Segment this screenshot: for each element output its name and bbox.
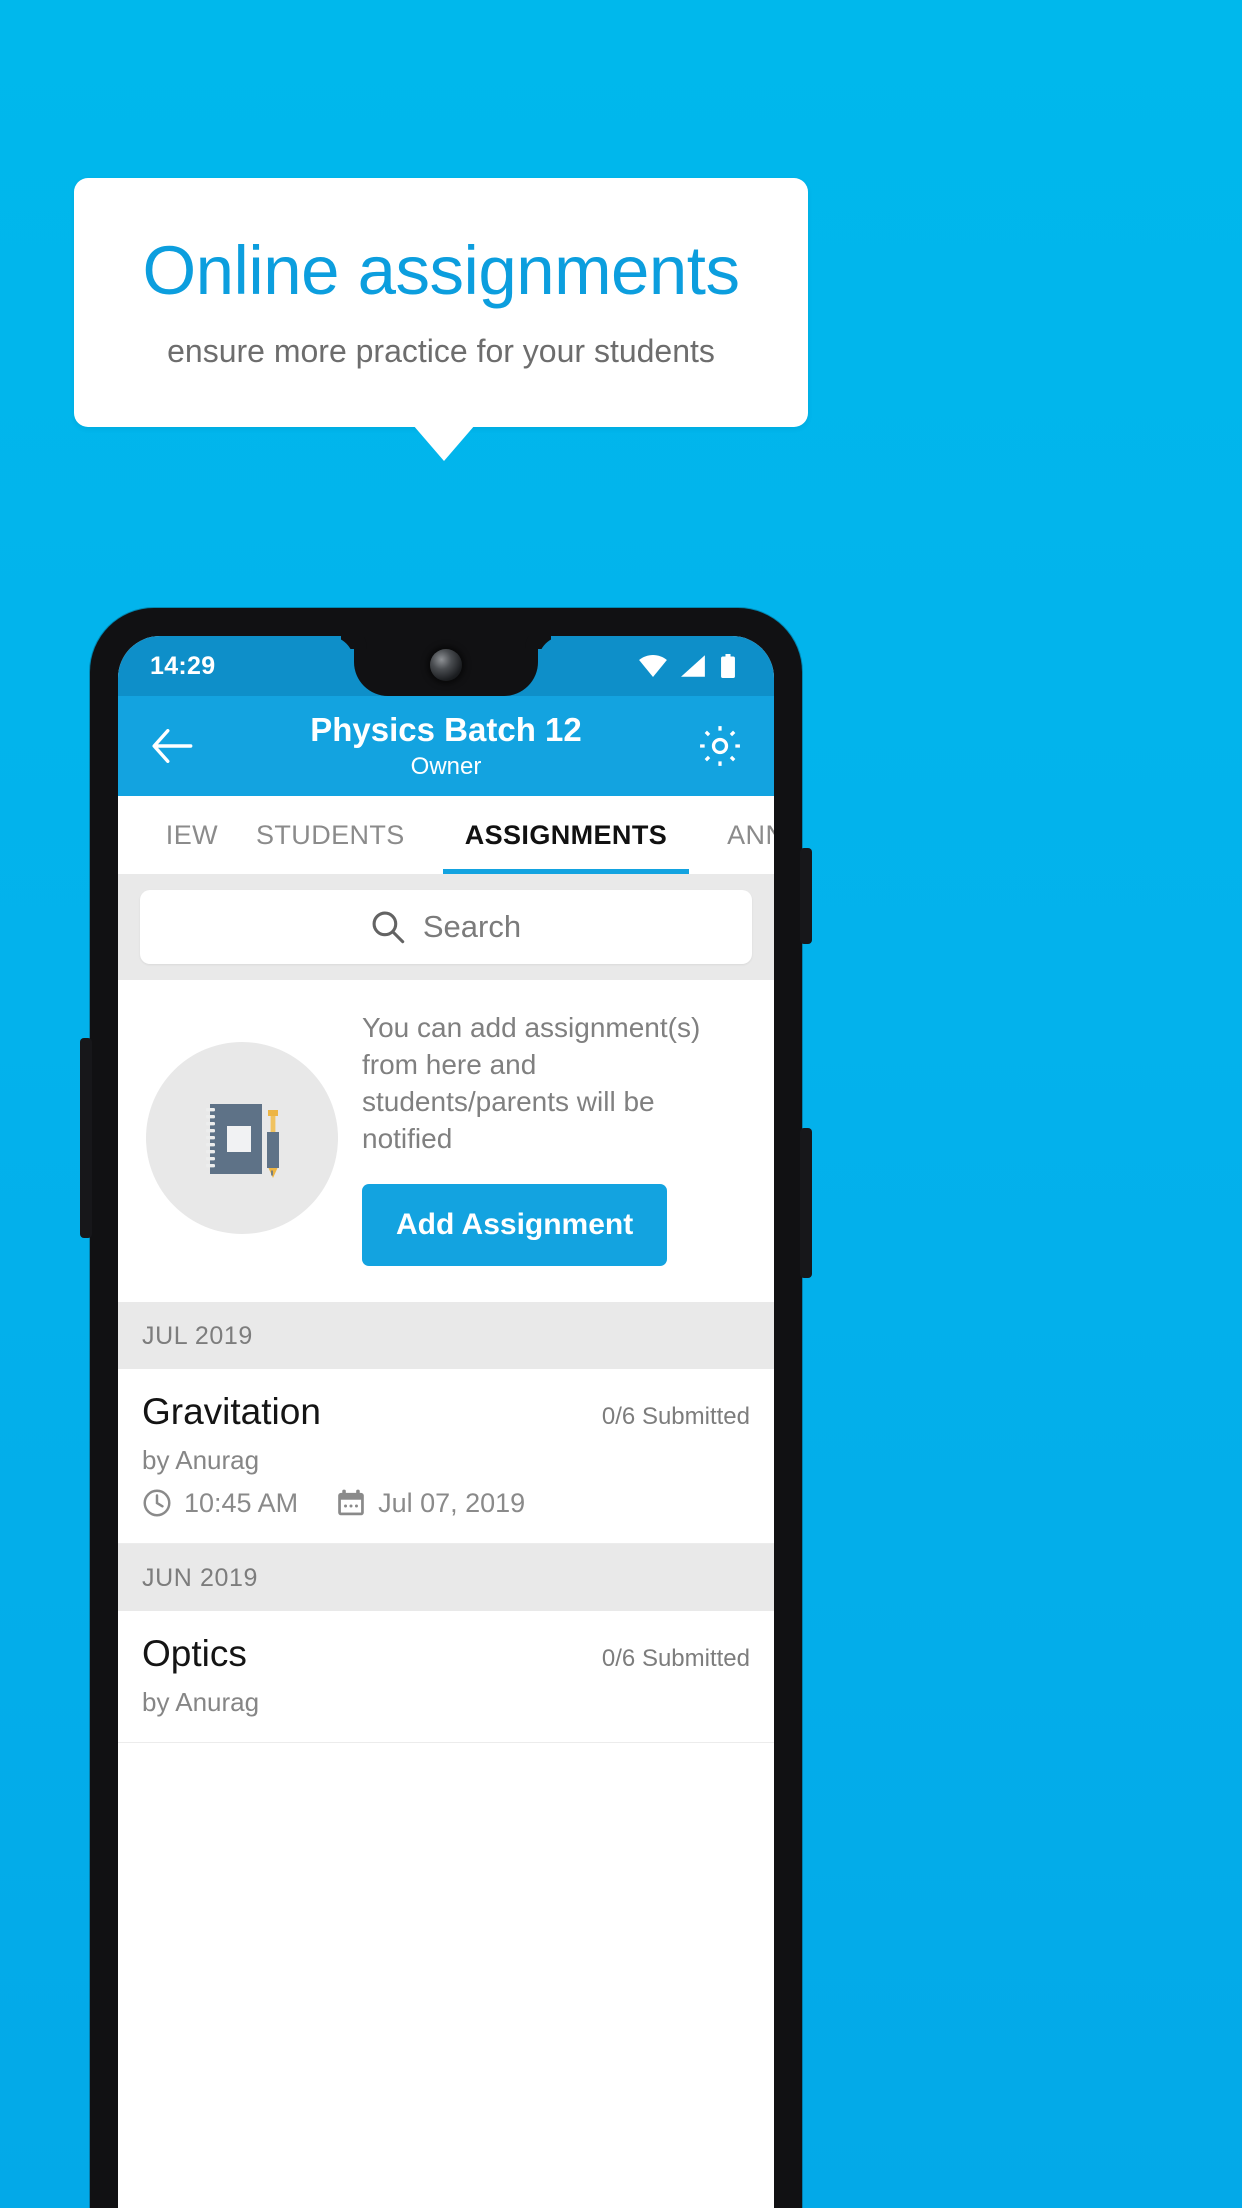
status-clock: 14:29: [150, 651, 216, 680]
empty-state-content: You can add assignment(s) from here and …: [362, 1010, 750, 1266]
phone-screen: 14:29 Physics Batch 12 Owner IEW STUDENT…: [118, 636, 774, 2208]
phone-device: 14:29 Physics Batch 12 Owner IEW STUDENT…: [80, 608, 812, 2208]
promo-screenshot: Online assignments ensure more practice …: [0, 0, 1242, 2208]
page-title: Physics Batch 12: [310, 711, 582, 749]
clock-icon: [142, 1488, 172, 1518]
assignment-time: 10:45 AM: [184, 1487, 299, 1518]
assignment-title: Gravitation: [142, 1390, 321, 1432]
assignment-submitted-count: 0/6 Submitted: [601, 1402, 750, 1430]
promo-title: Online assignments: [142, 231, 740, 309]
tab-bar: IEW STUDENTS ASSIGNMENTS ANNOUNCEM: [118, 796, 774, 874]
tab-overview[interactable]: IEW: [118, 796, 226, 874]
assignment-author: by Anurag: [142, 1444, 260, 1475]
power-button[interactable]: [800, 848, 812, 944]
calendar-icon: [336, 1488, 366, 1518]
callout-tail: [413, 425, 475, 461]
assignment-submitted-count: 0/6 Submitted: [601, 1644, 750, 1672]
battery-icon: [720, 654, 736, 678]
assignment-meta: 10:45 AM Jul 07, 2019: [142, 1488, 750, 1519]
back-button[interactable]: [144, 718, 200, 774]
assignment-row-header: Optics 0/6 Submitted: [142, 1633, 750, 1675]
promo-subtitle: ensure more practice for your students: [167, 333, 715, 370]
month-header-jun: JUN 2019: [118, 1543, 774, 1611]
tab-announcements[interactable]: ANNOUNCEM: [697, 796, 774, 874]
assignment-row-gravitation[interactable]: Gravitation 0/6 Submitted by Anurag 10:4…: [118, 1368, 774, 1544]
search-bar[interactable]: Search: [140, 890, 752, 964]
promo-callout: Online assignments ensure more practice …: [74, 178, 808, 427]
search-input[interactable]: Search: [423, 909, 521, 945]
signal-icon: [681, 655, 706, 677]
assignment-row-optics[interactable]: Optics 0/6 Submitted by Anurag: [118, 1610, 774, 1743]
add-assignment-button[interactable]: Add Assignment: [362, 1183, 668, 1266]
empty-state-text: You can add assignment(s) from here and …: [362, 1012, 701, 1154]
assignment-row-header: Gravitation 0/6 Submitted: [142, 1391, 750, 1433]
front-camera: [430, 649, 462, 681]
volume-button[interactable]: [800, 1128, 812, 1278]
search-section: Search: [118, 874, 774, 980]
status-icons: [639, 654, 736, 678]
assignment-date: Jul 07, 2019: [378, 1487, 526, 1518]
tab-assignments[interactable]: ASSIGNMENTS: [435, 796, 697, 874]
display-notch: [354, 636, 538, 696]
notebook-pen-icon: [146, 1041, 338, 1234]
wifi-icon: [639, 655, 667, 677]
status-bar: 14:29: [118, 636, 774, 696]
tab-students[interactable]: STUDENTS: [226, 796, 435, 874]
app-bar-titles: Physics Batch 12 Owner: [200, 711, 692, 781]
page-subtitle: Owner: [410, 753, 482, 781]
settings-button[interactable]: [692, 718, 748, 774]
assignment-author: by Anurag: [142, 1686, 260, 1717]
empty-state-card: You can add assignment(s) from here and …: [118, 980, 774, 1302]
search-icon: [371, 910, 405, 944]
side-button[interactable]: [80, 1038, 92, 1238]
app-bar: Physics Batch 12 Owner: [118, 696, 774, 796]
month-header-jul: JUL 2019: [118, 1301, 774, 1369]
assignment-title: Optics: [142, 1632, 247, 1674]
